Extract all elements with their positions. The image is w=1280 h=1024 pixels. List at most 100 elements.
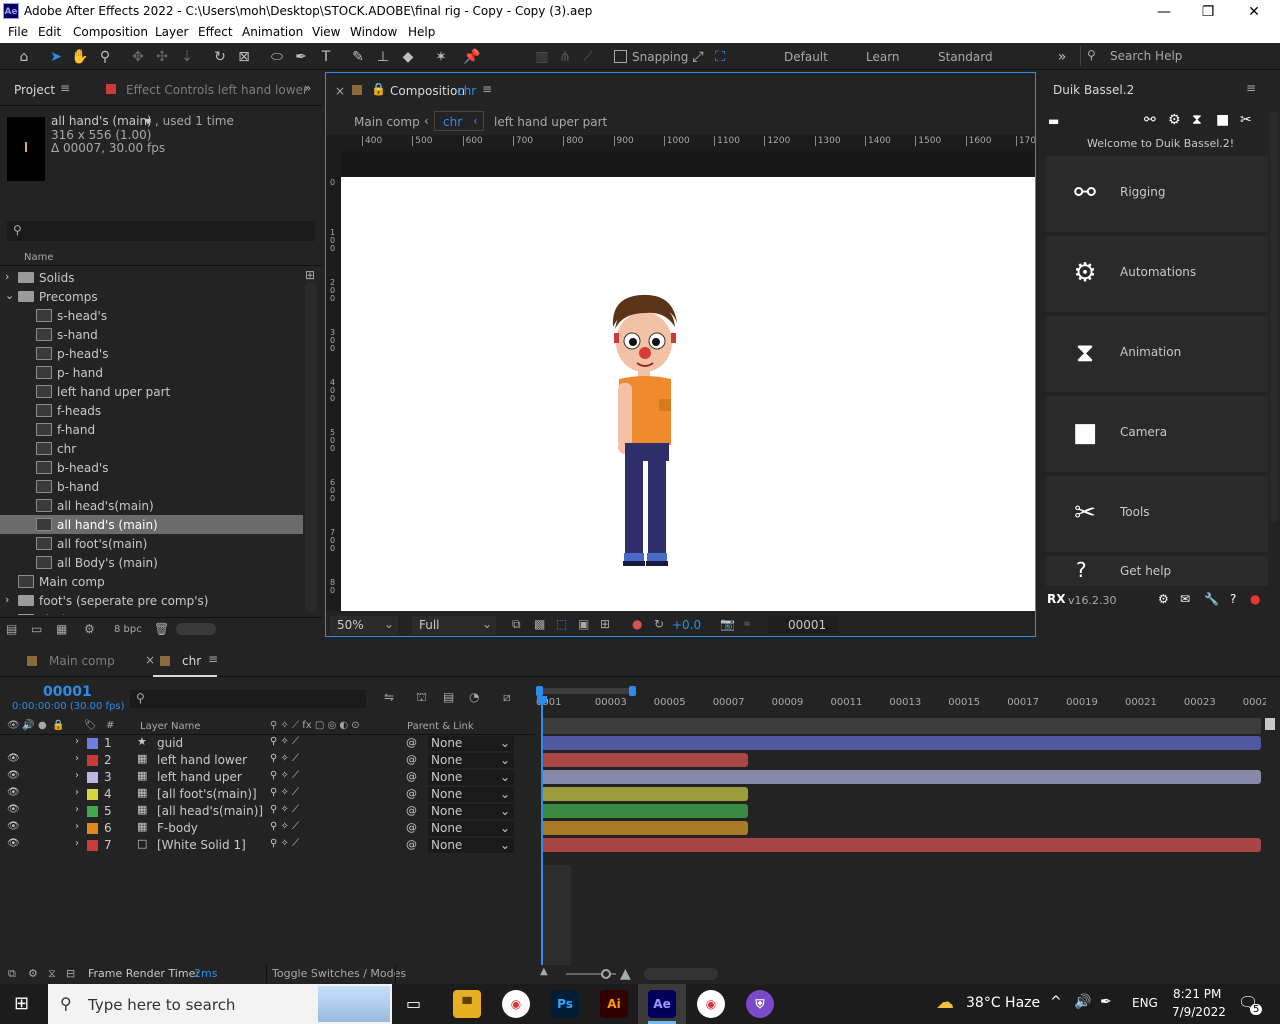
comp-flowchart-icon[interactable]: ⇋ [384,690,394,704]
rigging-small-icon[interactable]: ⚯ [1144,112,1156,128]
duik-camera[interactable]: ■ Camera [1046,396,1268,472]
in-out-icon[interactable]: ⊟ [66,967,75,980]
visibility-eye-icon[interactable]: 👁 [7,821,20,832]
reset-exposure-icon[interactable]: ↻ [654,617,664,631]
project-settings-icon[interactable]: ⚙ [84,622,95,636]
snap-options-icon[interactable]: ⤢ [688,47,708,67]
channel-icon[interactable]: ● [632,617,642,631]
orbit-camera-icon[interactable]: ✥ [128,47,148,67]
weather-icon[interactable]: ☁ [936,992,954,1013]
panel-menu-icon[interactable]: ≡ [60,81,70,95]
layer-name-header[interactable]: Layer Name [140,721,201,732]
tab-composition-label[interactable]: Composition [390,84,465,98]
visibility-eye-icon[interactable]: 👁 [7,804,20,815]
new-composition-icon[interactable]: ▦ [56,622,67,636]
time-navigator[interactable] [536,686,1256,696]
expand-chevron-icon[interactable]: › [75,736,79,747]
pick-whip-icon[interactable]: @ [406,770,417,783]
draft-3d-icon[interactable]: ⛫ [416,690,427,706]
duik-animation[interactable]: ⧗ Animation [1046,316,1268,392]
project-item[interactable]: p-head's [0,344,303,363]
ellipse-tool-icon[interactable]: ⬭ [267,47,287,67]
panel-overflow-icon[interactable]: » [304,81,311,95]
project-item[interactable]: left hand uper part [0,382,303,401]
menu-effect[interactable]: Effect [198,25,233,39]
illustrator-icon[interactable]: Ai [600,990,628,1018]
pick-whip-icon[interactable]: @ [406,838,417,851]
delete-icon[interactable]: 🗑 [154,622,169,636]
show-snapshot-icon[interactable]: ⚭ [742,617,752,631]
snapshot-camera-icon[interactable]: 📷 [720,617,735,631]
snap-magnet-icon[interactable]: ⛶ [710,47,730,67]
layer-search-input[interactable]: ⚲ [130,690,366,708]
help-small-icon[interactable]: ? [1230,592,1236,606]
menu-layer[interactable]: Layer [155,25,188,39]
playhead[interactable] [541,696,543,965]
resolution-select[interactable]: Full ⌄ [412,616,496,634]
lock-icon[interactable]: 🔒 [371,82,386,96]
align-right-icon[interactable]: ⟋ [578,47,598,67]
layer-label-swatch[interactable] [87,755,98,766]
expand-chevron-icon[interactable]: › [75,787,79,798]
layer-row[interactable]: 👁 › 7 □ [White Solid 1] ⚲ ✧ ⟋ @ None ⌄ [0,837,535,854]
parent-link-header[interactable]: Parent & Link [407,721,474,732]
automation-small-icon[interactable]: ⚙ [1168,112,1181,128]
type-tool-icon[interactable]: T [316,47,336,67]
video-toggle-icon[interactable]: 👁 [7,720,20,731]
project-item[interactable]: › Solids [0,268,303,287]
interpret-footage-icon[interactable]: ▤ [6,622,17,636]
project-item[interactable]: all hand's (main) [0,515,303,534]
pick-whip-icon[interactable]: @ [406,821,417,834]
close-tab-icon[interactable]: × [335,84,345,98]
zoom-tool-icon[interactable]: ⚲ [95,47,115,67]
render-info-icon[interactable]: ⧉ [8,967,16,981]
layer-name[interactable]: left hand uper [157,770,242,784]
column-name-header[interactable]: Name [24,252,54,263]
layer-name[interactable]: [all head's(main)] [157,804,263,818]
chrome-icon[interactable]: ◉ [502,990,530,1018]
layer-duration-bar[interactable] [541,787,748,801]
puppet-pin-icon[interactable]: 📌 [462,47,482,67]
grid-guides-icon[interactable]: ⊞ [600,617,610,631]
graph-editor-icon[interactable]: ⧄ [503,690,511,705]
viewer-area[interactable] [341,151,1035,611]
tab-effect-controls[interactable]: Effect Controls left hand lower [126,83,308,97]
fast-previews-icon[interactable]: ⧉ [512,617,521,632]
pen-icon[interactable]: ✒ [1100,994,1112,1010]
layer-label-swatch[interactable] [87,738,98,749]
notes-icon[interactable]: ▬ [1048,114,1059,128]
pick-whip-icon[interactable]: @ [406,804,417,817]
duik-panel-title[interactable]: Duik Bassel.2 [1053,83,1134,97]
parent-select[interactable]: None ⌄ [428,753,514,768]
work-area-bar[interactable] [541,718,1261,734]
rotation-tool-icon[interactable]: ↻ [210,47,230,67]
layer-row[interactable]: 👁 › 2 ▦ left hand lower ⚲ ✧ ⟋ @ None ⌄ [0,752,535,769]
chrome-profile-icon[interactable]: ◉ [697,990,725,1018]
workspace-default[interactable]: Default [784,50,828,64]
layer-duration-bar[interactable] [541,753,748,767]
layer-duration-bar[interactable] [541,838,1261,852]
new-folder-icon[interactable]: ▭ [31,622,42,636]
project-item[interactable]: all foot's(main) [0,534,303,553]
parent-select[interactable]: None ⌄ [428,736,514,751]
clock-time[interactable]: 8:21 PM [1173,987,1221,1001]
mask-visibility-icon[interactable]: ⬚ [556,617,567,631]
snapping-checkbox[interactable] [614,50,627,63]
menu-composition[interactable]: Composition [73,25,148,39]
layer-name[interactable]: [White Solid 1] [157,838,246,852]
layer-duration-bar[interactable] [541,804,748,818]
menu-view[interactable]: View [312,25,340,39]
project-item[interactable]: b-head's [0,458,303,477]
layer-name[interactable]: left hand lower [157,753,247,767]
project-scrollbar[interactable] [305,282,317,612]
visibility-eye-icon[interactable]: 👁 [7,838,20,849]
layer-switches-icon[interactable]: ⚲ ✧ ⟋ [270,736,299,747]
layer-duration-bar[interactable] [541,736,1261,750]
menu-animation[interactable]: Animation [242,25,303,39]
tab-composition-name[interactable]: chr [457,84,476,98]
layer-label-swatch[interactable] [87,840,98,851]
vpn-shield-icon[interactable]: ⛨ [746,990,774,1018]
expand-chevron-icon[interactable]: › [75,838,79,849]
exposure-value[interactable]: +0.0 [672,618,701,632]
camera-small-icon[interactable]: ■ [1216,112,1229,128]
